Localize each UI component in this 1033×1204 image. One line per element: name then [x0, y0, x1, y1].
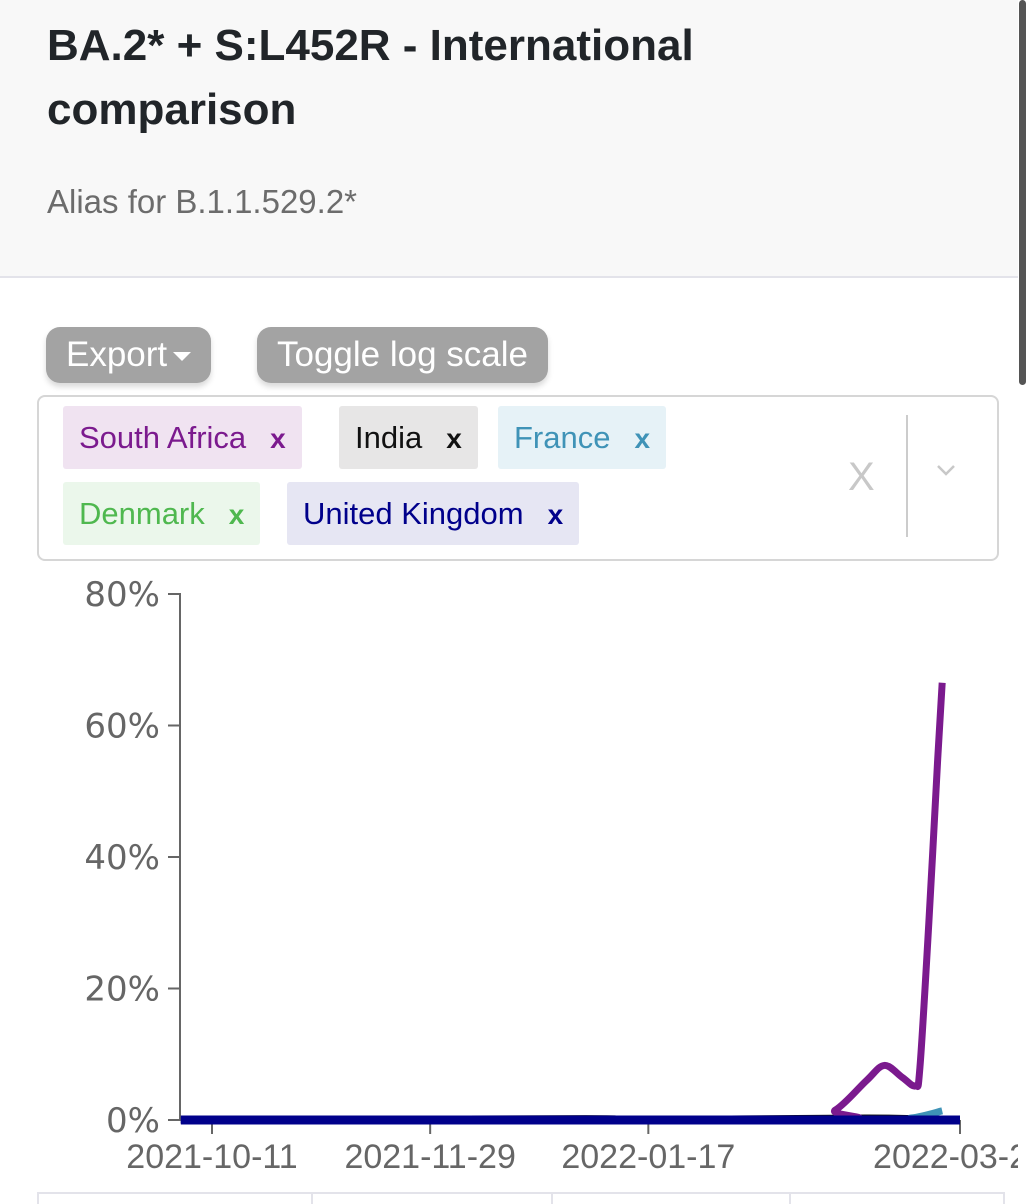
series-line-south-africa — [180, 682, 946, 1125]
country-chip: France x — [498, 406, 667, 469]
remove-chip-icon[interactable]: x — [634, 423, 650, 454]
scrollbar-thumb[interactable] — [1019, 0, 1026, 385]
remove-chip-icon[interactable]: x — [548, 499, 564, 530]
y-tick-label: 80% — [84, 580, 160, 615]
export-label: Export — [66, 335, 168, 374]
country-chip: United Kingdom x — [287, 482, 580, 545]
remove-chip-icon[interactable]: x — [270, 423, 286, 454]
x-tick-label: 2021-11-29 — [344, 1138, 515, 1176]
y-tick-label: 60% — [84, 707, 160, 747]
export-button[interactable]: Export — [46, 327, 212, 383]
country-chip: South Africa x — [63, 406, 302, 469]
x-tick-label: 2022-01-17 — [561, 1138, 735, 1176]
country-chip: Denmark x — [63, 482, 261, 545]
chip-label: United Kingdom — [303, 496, 524, 531]
y-tick-label: 40% — [84, 838, 160, 878]
caret-down-icon — [173, 352, 192, 362]
chip-label: Denmark — [79, 496, 205, 531]
alias-subtitle: Alias for B.1.1.529.2* — [47, 183, 358, 220]
x-tick-label: 2021-10-11 — [126, 1138, 297, 1176]
page-title: BA.2* + S:L452R - International comparis… — [47, 21, 694, 134]
x-tick-label: 2022-03-28 — [873, 1138, 1018, 1176]
data-table-top — [37, 1192, 1005, 1204]
chart: 0% 20% 40% 60% 80% 2021-10-11 2021-11-29 2022-0… — [84, 580, 1018, 1176]
remove-chip-icon[interactable]: x — [446, 423, 462, 454]
chip-label: South Africa — [79, 420, 247, 455]
page-header: BA.2* + S:L452R - International comparis… — [0, 0, 1018, 278]
chevron-down-icon[interactable] — [936, 460, 956, 480]
clear-all-icon[interactable]: X — [848, 455, 875, 500]
remove-chip-icon[interactable]: x — [229, 499, 245, 530]
y-tick-label: 0% — [106, 1101, 160, 1141]
chip-label: France — [514, 420, 611, 455]
select-separator — [906, 415, 908, 537]
chip-label: India — [355, 420, 423, 455]
toggle-log-scale-button[interactable]: Toggle log scale — [257, 327, 548, 383]
country-chip: India x — [339, 406, 478, 469]
y-tick-label: 20% — [84, 970, 160, 1010]
